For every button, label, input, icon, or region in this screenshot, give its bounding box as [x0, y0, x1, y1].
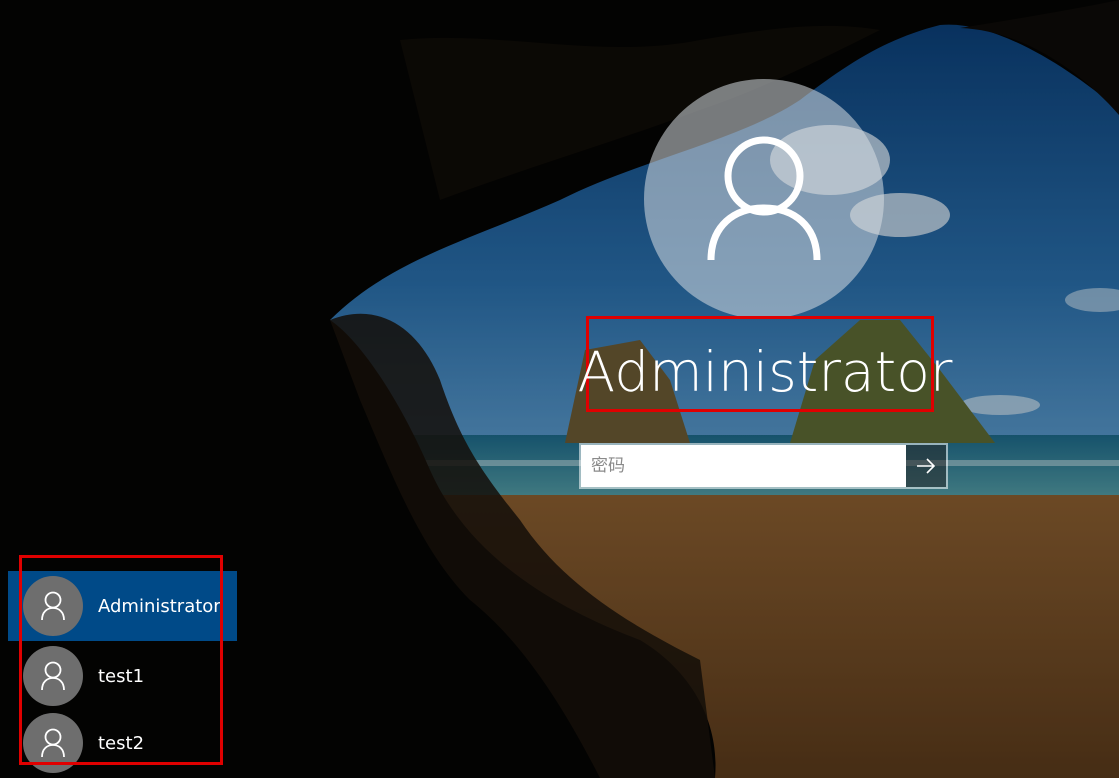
arrow-right-icon — [917, 458, 936, 474]
password-input[interactable] — [581, 445, 906, 487]
user-icon — [41, 661, 65, 691]
user-tile-administrator[interactable]: Administrator — [8, 571, 237, 641]
user-icon — [707, 136, 821, 261]
user-avatar — [644, 79, 884, 319]
user-tile-label: test1 — [98, 665, 145, 687]
tile-avatar — [23, 646, 83, 706]
user-tile-label: test2 — [98, 732, 145, 754]
username: Administrator — [577, 340, 953, 404]
user-tile-label: Administrator — [98, 595, 221, 617]
user-icon — [41, 591, 65, 621]
tile-avatar — [23, 713, 83, 773]
user-tile-test2[interactable]: test2 — [8, 708, 237, 778]
user-icon — [41, 728, 65, 758]
lock-screen: Administrator Administrator test1 test2 — [0, 0, 1119, 778]
tile-avatar — [23, 576, 83, 636]
submit-button[interactable] — [906, 445, 946, 487]
password-box — [579, 443, 948, 489]
user-tile-test1[interactable]: test1 — [8, 641, 237, 711]
